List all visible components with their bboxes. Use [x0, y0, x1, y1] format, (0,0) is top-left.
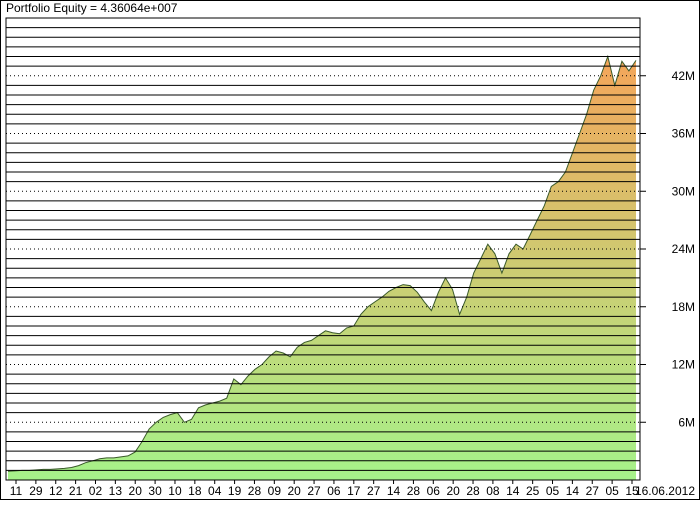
x-tick-label: 25 — [526, 484, 540, 498]
y-tick-label: 36M — [672, 127, 695, 141]
chart-title: Portfolio Equity = 4.36064e+007 — [6, 1, 178, 15]
x-tick-label: 27 — [367, 484, 381, 498]
x-tick-label: 28 — [466, 484, 480, 498]
x-tick-label: 08 — [486, 484, 500, 498]
x-tick-label: 30 — [148, 484, 162, 498]
x-tick-label: 12 — [49, 484, 63, 498]
x-tick-label: 20 — [446, 484, 460, 498]
x-tick-label: 02 — [89, 484, 103, 498]
x-end-date-label: 16.06.2012 — [635, 484, 695, 498]
y-tick-label: 6M — [678, 415, 695, 429]
x-tick-label: 04 — [208, 484, 222, 498]
x-tick-label: 21 — [69, 484, 83, 498]
y-tick-label: 42M — [672, 69, 695, 83]
equity-chart: 6M 12M 18M 24M 30M 36M 42M 11 29 12 21 02 13 20 30 10 1… — [0, 0, 700, 500]
x-tick-label: 11 — [10, 484, 23, 498]
x-tick-label: 19 — [228, 484, 242, 498]
x-tick-label: 14 — [387, 484, 401, 498]
x-tick-label: 29 — [29, 484, 43, 498]
x-tick-label: 09 — [268, 484, 282, 498]
x-tick-label: 10 — [168, 484, 182, 498]
x-tick-label: 14 — [506, 484, 520, 498]
x-tick-label: 28 — [248, 484, 262, 498]
x-tick-label: 14 — [566, 484, 580, 498]
y-tick-label: 24M — [672, 242, 695, 256]
x-tick-label: 17 — [347, 484, 361, 498]
x-tick-label: 06 — [427, 484, 441, 498]
x-tick-label: 27 — [586, 484, 600, 498]
x-tick-label: 05 — [605, 484, 619, 498]
y-tick-label: 30M — [672, 184, 695, 198]
x-tick-label: 20 — [288, 484, 302, 498]
x-tick-label: 13 — [109, 484, 123, 498]
y-tick-label: 12M — [672, 358, 695, 372]
x-tick-label: 27 — [307, 484, 321, 498]
x-tick-label: 06 — [327, 484, 341, 498]
equity-chart-svg: 6M 12M 18M 24M 30M 36M 42M 11 29 12 21 02 13 20 30 10 1… — [0, 0, 700, 500]
x-tick-label: 20 — [129, 484, 143, 498]
x-tick-label: 05 — [546, 484, 560, 498]
x-tick-label: 18 — [188, 484, 202, 498]
y-tick-label: 18M — [672, 300, 695, 314]
x-tick-label: 28 — [407, 484, 421, 498]
